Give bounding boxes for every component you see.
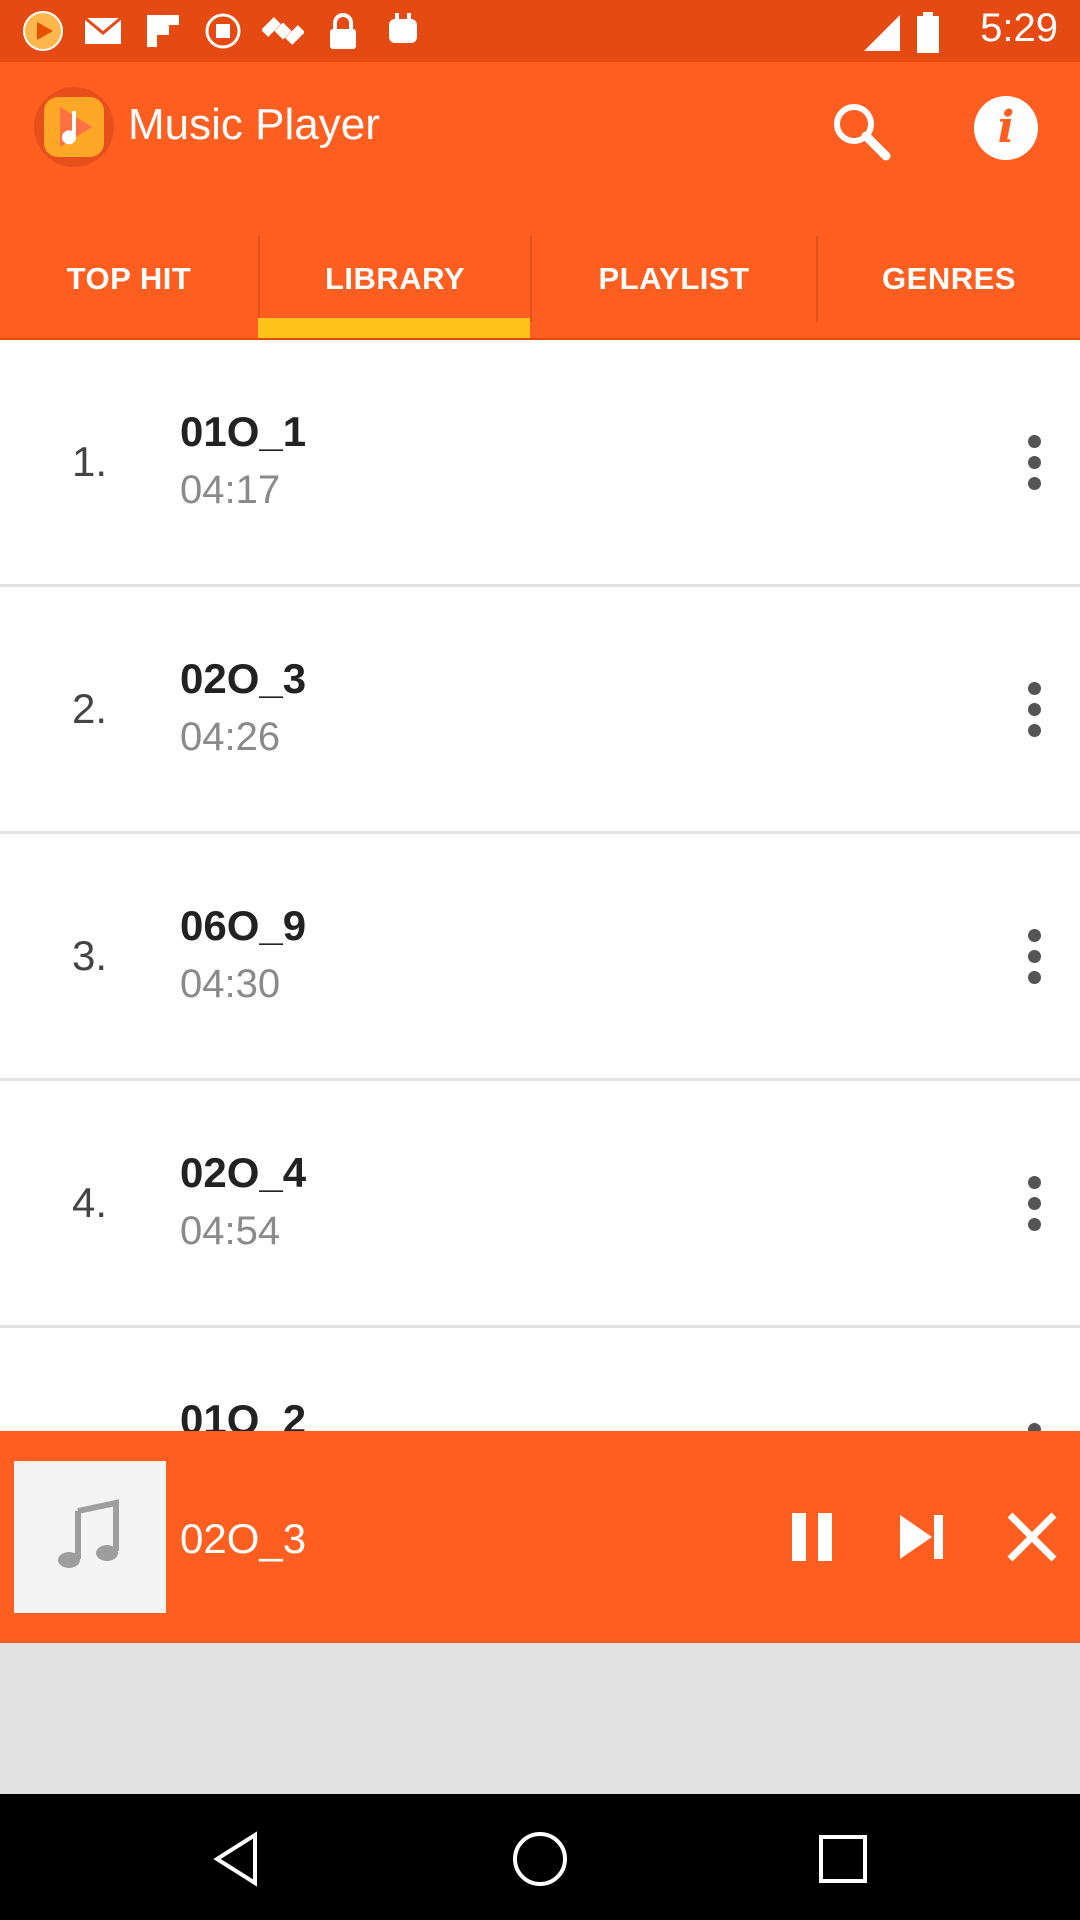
now-playing-bar[interactable]: 02O_3 [0,1431,1080,1643]
song-title: 06O_9 [180,902,307,949]
music-app-icon [22,10,64,52]
recents-icon[interactable] [798,1814,888,1904]
more-options-icon[interactable] [1010,924,1058,988]
song-number: 4. [72,1179,108,1226]
signal-icon [862,13,902,58]
song-duration: 04:54 [180,1209,281,1253]
info-icon[interactable]: i [974,96,1038,160]
search-icon[interactable] [822,92,898,168]
more-options-icon[interactable] [1010,677,1058,741]
tab-top-hit[interactable]: TOP HIT [0,220,258,338]
notification-icons [22,10,424,52]
tab-bar: TOP HIT LIBRARY PLAYLIST GENRES [0,220,1080,340]
tab-selected-indicator [258,318,530,338]
lock-icon [322,10,364,52]
music-player-logo-icon [32,85,116,169]
battery-icon [916,12,940,59]
song-list: 1. 01O_1 04:17 2. 02O_3 04:26 3. 06O_9 0… [0,340,1080,1575]
song-title: 01O_1 [180,408,307,455]
list-item[interactable]: 2. 02O_3 04:26 [0,587,1080,834]
close-icon[interactable] [990,1495,1074,1579]
pause-icon[interactable] [770,1495,854,1579]
song-duration: 04:17 [180,468,281,512]
ad-placeholder-area [0,1643,1080,1794]
system-icons [862,12,940,59]
status-bar: 5:29 [0,0,1080,62]
tab-playlist[interactable]: PLAYLIST [532,220,816,338]
next-icon[interactable] [880,1495,964,1579]
satellite-icon [262,10,304,52]
song-title: 02O_4 [180,1149,307,1196]
tab-genres[interactable]: GENRES [818,220,1080,338]
status-time: 5:29 [980,6,1058,50]
email-icon [82,10,124,52]
navigation-bar [0,1794,1080,1920]
more-options-icon[interactable] [1010,1171,1058,1235]
song-duration: 04:30 [180,962,281,1006]
cpu-icon [202,10,244,52]
song-title: 02O_3 [180,655,307,702]
list-item[interactable]: 3. 06O_9 04:30 [0,834,1080,1081]
flipboard-icon [142,10,184,52]
song-number: 3. [72,932,108,979]
back-icon[interactable] [192,1814,282,1904]
app-bar: Music Player i [0,62,1080,220]
list-item[interactable]: 4. 02O_4 04:54 [0,1081,1080,1328]
app-title: Music Player [128,100,380,149]
list-item[interactable]: 1. 01O_1 04:17 [0,340,1080,587]
home-icon[interactable] [495,1814,585,1904]
android-icon [382,10,424,52]
song-number: 1. [72,438,108,485]
now-playing-title: 02O_3 [180,1515,307,1562]
song-number: 2. [72,685,108,732]
music-note-icon [14,1461,166,1613]
song-duration: 04:26 [180,715,281,759]
more-options-icon[interactable] [1010,430,1058,494]
